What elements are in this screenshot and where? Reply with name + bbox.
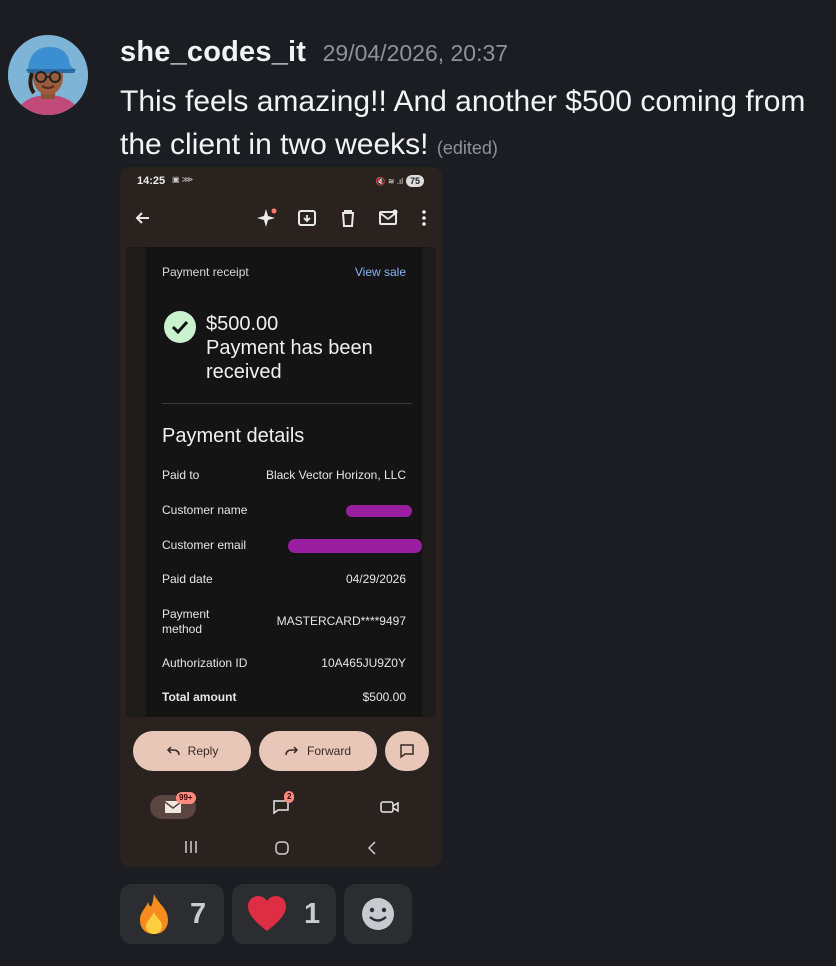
mark-unread-icon[interactable] [377, 207, 399, 229]
add-reaction-button[interactable] [344, 884, 412, 944]
nav-chat[interactable]: 2 [270, 791, 295, 819]
reaction-heart[interactable]: 1 [232, 884, 336, 944]
detail-label: Payment method [162, 607, 210, 636]
detail-value: 04/29/2026 [345, 572, 406, 586]
react-button[interactable] [385, 731, 429, 771]
message-text: This feels amazing!! And another $500 co… [120, 80, 820, 170]
forward-button[interactable]: Forward [259, 731, 377, 771]
detail-value: $500.00 [362, 690, 406, 704]
message-timestamp: 29/04/2026, 20:37 [322, 40, 509, 66]
add-reaction-icon [362, 898, 394, 930]
delete-icon[interactable] [337, 207, 359, 229]
home-icon[interactable] [274, 840, 290, 856]
sparkle-icon[interactable] [255, 207, 277, 229]
recent-apps-icon[interactable] [183, 840, 199, 854]
image-attachment[interactable]: 14:25 ▣ ⋙ 🔇 ≋ .ıl 75 Payment receipt Vie… [120, 167, 442, 867]
reply-button[interactable]: Reply [133, 731, 251, 771]
bottom-navigation: 99+ 2 [120, 787, 442, 827]
divider [162, 403, 412, 404]
chat-badge: 2 [284, 791, 295, 803]
detail-value: 10A465JU9Z0Y [321, 656, 406, 670]
more-options-icon[interactable] [413, 207, 435, 229]
battery-indicator: 75 [405, 175, 424, 187]
check-circle-icon [164, 311, 196, 343]
username[interactable]: she_codes_it [120, 36, 306, 68]
detail-label: Total amount [162, 690, 237, 704]
detail-label: Customer name [162, 503, 248, 517]
detail-value: Black Vector Horizon, LLC [265, 468, 406, 482]
heart-emoji-icon [248, 896, 286, 931]
email-toolbar [120, 197, 442, 247]
phone-status-bar: 14:25 ▣ ⋙ 🔇 ≋ .ıl 75 [120, 167, 442, 197]
nav-meet[interactable] [378, 795, 402, 819]
amount-block: $500.00 Payment has been received [206, 312, 406, 384]
message-header: she_codes_it 29/04/2026, 20:37 [120, 36, 508, 69]
status-right-icons: 🔇 ≋ .ıl 75 [376, 175, 424, 187]
reaction-count: 1 [304, 897, 321, 930]
detail-value: MASTERCARD****9497 [276, 614, 406, 628]
view-sale-link[interactable]: View sale [355, 265, 406, 279]
payment-amount: $500.00 [206, 313, 279, 335]
back-arrow-icon[interactable] [132, 207, 154, 229]
detail-label: Paid date [162, 572, 213, 586]
email-actions: Reply Forward [120, 729, 442, 775]
payment-receipt-card: Payment receipt View sale $500.00 Paymen… [146, 247, 422, 717]
email-content: Payment receipt View sale $500.00 Paymen… [126, 247, 436, 717]
back-icon[interactable] [366, 840, 378, 856]
system-navigation-bar [120, 832, 442, 862]
video-camera-icon [380, 801, 399, 813]
reaction-fire[interactable]: 7 [120, 884, 224, 944]
detail-label: Authorization ID [162, 656, 248, 670]
forward-icon [285, 746, 299, 756]
payment-received-text: Payment has been received [206, 337, 373, 383]
reaction-count: 7 [190, 897, 207, 930]
reply-label: Reply [187, 744, 219, 758]
fire-emoji-icon [140, 894, 168, 934]
edited-label: (edited) [436, 138, 498, 158]
detail-label: Paid to [162, 468, 200, 482]
redaction-mark [346, 505, 412, 517]
mail-badge: 99+ [176, 792, 196, 804]
chat-bubble-icon [400, 744, 414, 759]
user-avatar[interactable] [8, 35, 88, 115]
archive-icon[interactable] [296, 207, 318, 229]
nav-mail[interactable]: 99+ [150, 792, 196, 819]
receipt-label: Payment receipt [162, 265, 249, 279]
redaction-mark [288, 539, 422, 553]
forward-label: Forward [306, 744, 351, 758]
status-time: 14:25 [137, 175, 166, 187]
detail-label: Customer email [162, 538, 247, 552]
reply-icon [166, 746, 180, 756]
payment-details-title: Payment details [162, 425, 305, 447]
notification-icons: ▣ ⋙ [172, 175, 194, 184]
